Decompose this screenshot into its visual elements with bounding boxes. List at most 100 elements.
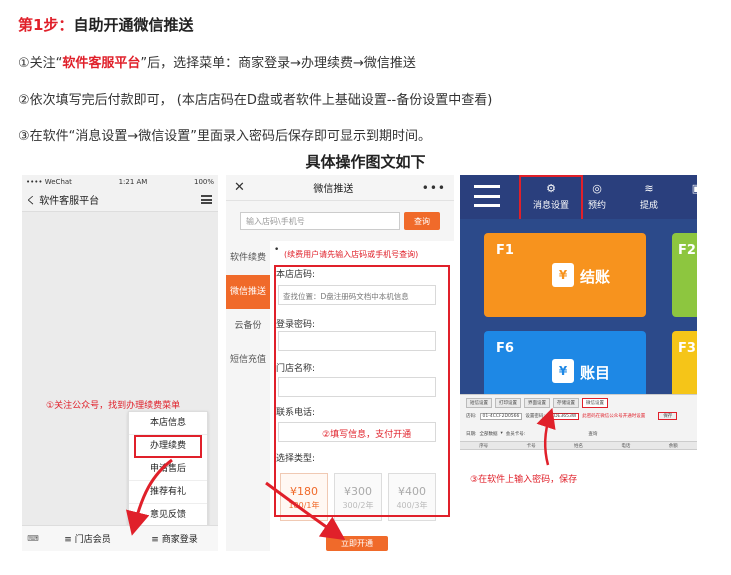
sidebar-item-cloud-backup[interactable]: 云备份 bbox=[226, 309, 270, 343]
step-title: 自助开通微信推送 bbox=[73, 16, 194, 34]
menu-icon[interactable] bbox=[201, 195, 212, 204]
tile-checkout[interactable]: F1 ¥ 结账 bbox=[484, 233, 646, 317]
form-body: • (续费用户请先输入店码或手机号查询) 本店店码: 查找位置：D盘注册码文档中… bbox=[270, 241, 454, 551]
yen-icon: ¥ bbox=[552, 359, 574, 383]
phone-screenshot-panel: •••• WeChat 1:21 AM 100% く 软件客服平台 ①关注公众号… bbox=[22, 175, 218, 551]
settings-tabs: 短信设置 打印设置 界面设置 存储设置 微信设置 bbox=[460, 395, 697, 408]
tab-print[interactable]: 打印设置 bbox=[495, 398, 521, 408]
nav-item-label: 提成 bbox=[639, 201, 658, 211]
instruction-line-2: ②依次填写完后付款即可， (本店店码在D盘或者软件上基础设置--备份设置中查看) bbox=[18, 93, 493, 108]
plan-period: 180/1年 bbox=[288, 501, 320, 510]
bottom-menu-merchant-login[interactable]: ≡ 商家登录 bbox=[131, 532, 218, 545]
plan-period: 300/2年 bbox=[342, 501, 374, 510]
password-field[interactable]: CDE3653W bbox=[547, 412, 580, 420]
compass-icon: ◎ bbox=[592, 181, 602, 195]
menu-item-renew[interactable]: 办理续费 bbox=[134, 435, 202, 458]
yen-icon: ¥ bbox=[552, 263, 574, 287]
date-select[interactable]: 全部数据 bbox=[480, 431, 498, 437]
popup-menu: 本店信息 办理续费 申请售后 推荐有礼 意见反馈 bbox=[128, 411, 208, 528]
plan-price: ¥180 bbox=[290, 485, 318, 498]
menu-item-after-sales[interactable]: 申请售后 bbox=[129, 458, 207, 481]
menu-item-store-info[interactable]: 本店信息 bbox=[129, 412, 207, 435]
nav-item-commission[interactable]: ≋ 提成 bbox=[626, 181, 672, 212]
service-sidebar: 软件续费 微信推送 云备份 短信充值 bbox=[226, 241, 270, 377]
col-index: 序号 bbox=[479, 443, 489, 449]
password-label: 登录密码: bbox=[276, 320, 316, 330]
store-code-label: 本店店码: bbox=[276, 270, 316, 280]
query-button[interactable]: 查询 bbox=[404, 212, 440, 230]
battery-text: 100% bbox=[193, 177, 214, 186]
tile-f3[interactable]: F3 bbox=[672, 331, 697, 401]
query-row: 日期: 全部数据 ▾ 会员卡号: 查询 bbox=[466, 431, 597, 437]
grid-icon: ▣ bbox=[690, 181, 697, 195]
plan-option-3-year[interactable]: ¥400 400/3年 bbox=[388, 473, 436, 521]
time-text: 1:21 AM bbox=[118, 177, 148, 186]
store-code-label: 店码: bbox=[466, 414, 477, 419]
search-input[interactable]: 输入店码\手机号 bbox=[240, 212, 400, 230]
col-balance: 余额 bbox=[668, 443, 678, 449]
nav-item-label: 预约 bbox=[587, 201, 606, 211]
tab-sms[interactable]: 短信设置 bbox=[466, 398, 492, 408]
bottom-menu-store-member[interactable]: ≡ 门店会员 bbox=[44, 532, 131, 545]
plan-price: ¥300 bbox=[344, 485, 372, 498]
tile-label: 账目 bbox=[580, 364, 611, 382]
step-heading: 第1步：自助开通微信推送 bbox=[18, 14, 193, 35]
instruction-line-1: ①关注“软件客服平台”后，选择菜单：商家登录→办理续费→微信推送 bbox=[18, 52, 416, 71]
nav-title-text: 软件客服平台 bbox=[39, 196, 100, 207]
col-name: 姓名 bbox=[573, 443, 583, 449]
search-bar: 输入店码\手机号 查询 bbox=[240, 212, 440, 230]
menu-item-feedback[interactable]: 意见反馈 bbox=[129, 504, 207, 527]
line1-prefix: ①关注“ bbox=[18, 56, 63, 71]
nav-item-appointment[interactable]: ◎ 预约 bbox=[574, 181, 620, 212]
line1-suffix: ”后，选择菜单：商家登录→办理续费→微信推送 bbox=[140, 56, 416, 71]
platform-name-highlight: 软件客服平台 bbox=[62, 56, 141, 71]
store-name-input[interactable] bbox=[278, 377, 436, 397]
back-icon[interactable]: く bbox=[26, 196, 36, 207]
store-code-input[interactable]: 查找位置：D盘注册码文档中本机信息 bbox=[278, 285, 436, 305]
store-name-label: 门店名称: bbox=[276, 364, 316, 374]
phone-nav-bar: く 软件客服平台 bbox=[22, 188, 218, 212]
step3-annotation: ③在软件上输入密码，保存 bbox=[470, 475, 578, 485]
plan-option-2-year[interactable]: ¥300 300/2年 bbox=[334, 473, 382, 521]
sidebar-item-renewal[interactable]: 软件续费 bbox=[226, 241, 270, 275]
tab-storage[interactable]: 存储设置 bbox=[553, 398, 579, 408]
hint-bullet: • bbox=[274, 245, 280, 255]
function-tiles-area: F1 ¥ 结账 F2 F6 ¥ 账目 F3 bbox=[460, 219, 697, 401]
tile-key: F1 bbox=[496, 243, 514, 258]
gear-icon: ⚙ bbox=[546, 181, 556, 195]
tile-key: F6 bbox=[496, 341, 514, 356]
save-button[interactable]: 保存 bbox=[658, 412, 678, 420]
step2-annotation: ②填写信息，支付开通 bbox=[322, 430, 412, 440]
col-phone: 电话 bbox=[621, 443, 631, 449]
phone-status-bar: •••• WeChat 1:21 AM 100% bbox=[22, 175, 218, 188]
tile-f2[interactable]: F2 bbox=[672, 233, 697, 317]
nav-item-more[interactable]: ▣ bbox=[674, 181, 697, 198]
hamburger-icon[interactable] bbox=[474, 185, 500, 207]
close-icon[interactable]: ✕ bbox=[234, 180, 245, 195]
form-title: 微信推送 bbox=[313, 184, 354, 195]
nav-item-message-settings[interactable]: ⚙ 消息设置 bbox=[528, 181, 574, 212]
sidebar-item-sms-topup[interactable]: 短信充值 bbox=[226, 343, 270, 377]
card-no-label: 会员卡号: bbox=[505, 432, 526, 437]
more-icon[interactable]: ••• bbox=[422, 181, 446, 195]
nav-item-label: 消息设置 bbox=[532, 201, 569, 211]
wechat-title-bar: ✕ 微信推送 ••• bbox=[226, 175, 454, 201]
tile-key: F2 bbox=[678, 243, 696, 258]
plan-option-1-year[interactable]: ¥180 180/1年 bbox=[280, 473, 328, 521]
open-now-button[interactable]: 立即开通 bbox=[326, 536, 388, 551]
tab-ui[interactable]: 界面设置 bbox=[524, 398, 550, 408]
tile-accounts[interactable]: F6 ¥ 账目 bbox=[484, 331, 646, 401]
tab-wechat[interactable]: 微信设置 bbox=[582, 398, 608, 408]
instruction-line-3: ③在软件“消息设置→微信设置”里面录入密码后保存即可显示到期时间。 bbox=[18, 129, 432, 144]
password-input[interactable] bbox=[278, 331, 436, 351]
wechat-settings-dialog: 短信设置 打印设置 界面设置 存储设置 微信设置 店码: 01-4CCF2D05… bbox=[460, 394, 697, 442]
query-button[interactable]: 查询 bbox=[588, 431, 597, 437]
chevron-down-icon[interactable]: ▾ bbox=[501, 431, 503, 437]
keyboard-icon[interactable]: ⌨ bbox=[22, 534, 44, 543]
carrier-text: •••• WeChat bbox=[26, 177, 72, 186]
phone-label: 联系电话: bbox=[276, 408, 316, 418]
software-top-nav: ⚙ 消息设置 ◎ 预约 ≋ 提成 ▣ bbox=[460, 175, 697, 227]
menu-item-referral[interactable]: 推荐有礼 bbox=[129, 481, 207, 504]
desktop-software-panel: ⚙ 消息设置 ◎ 预约 ≋ 提成 ▣ F1 ¥ 结账 F2 F6 ¥ 账目 bbox=[460, 175, 697, 551]
sidebar-item-wechat-push[interactable]: 微信推送 bbox=[226, 275, 270, 309]
